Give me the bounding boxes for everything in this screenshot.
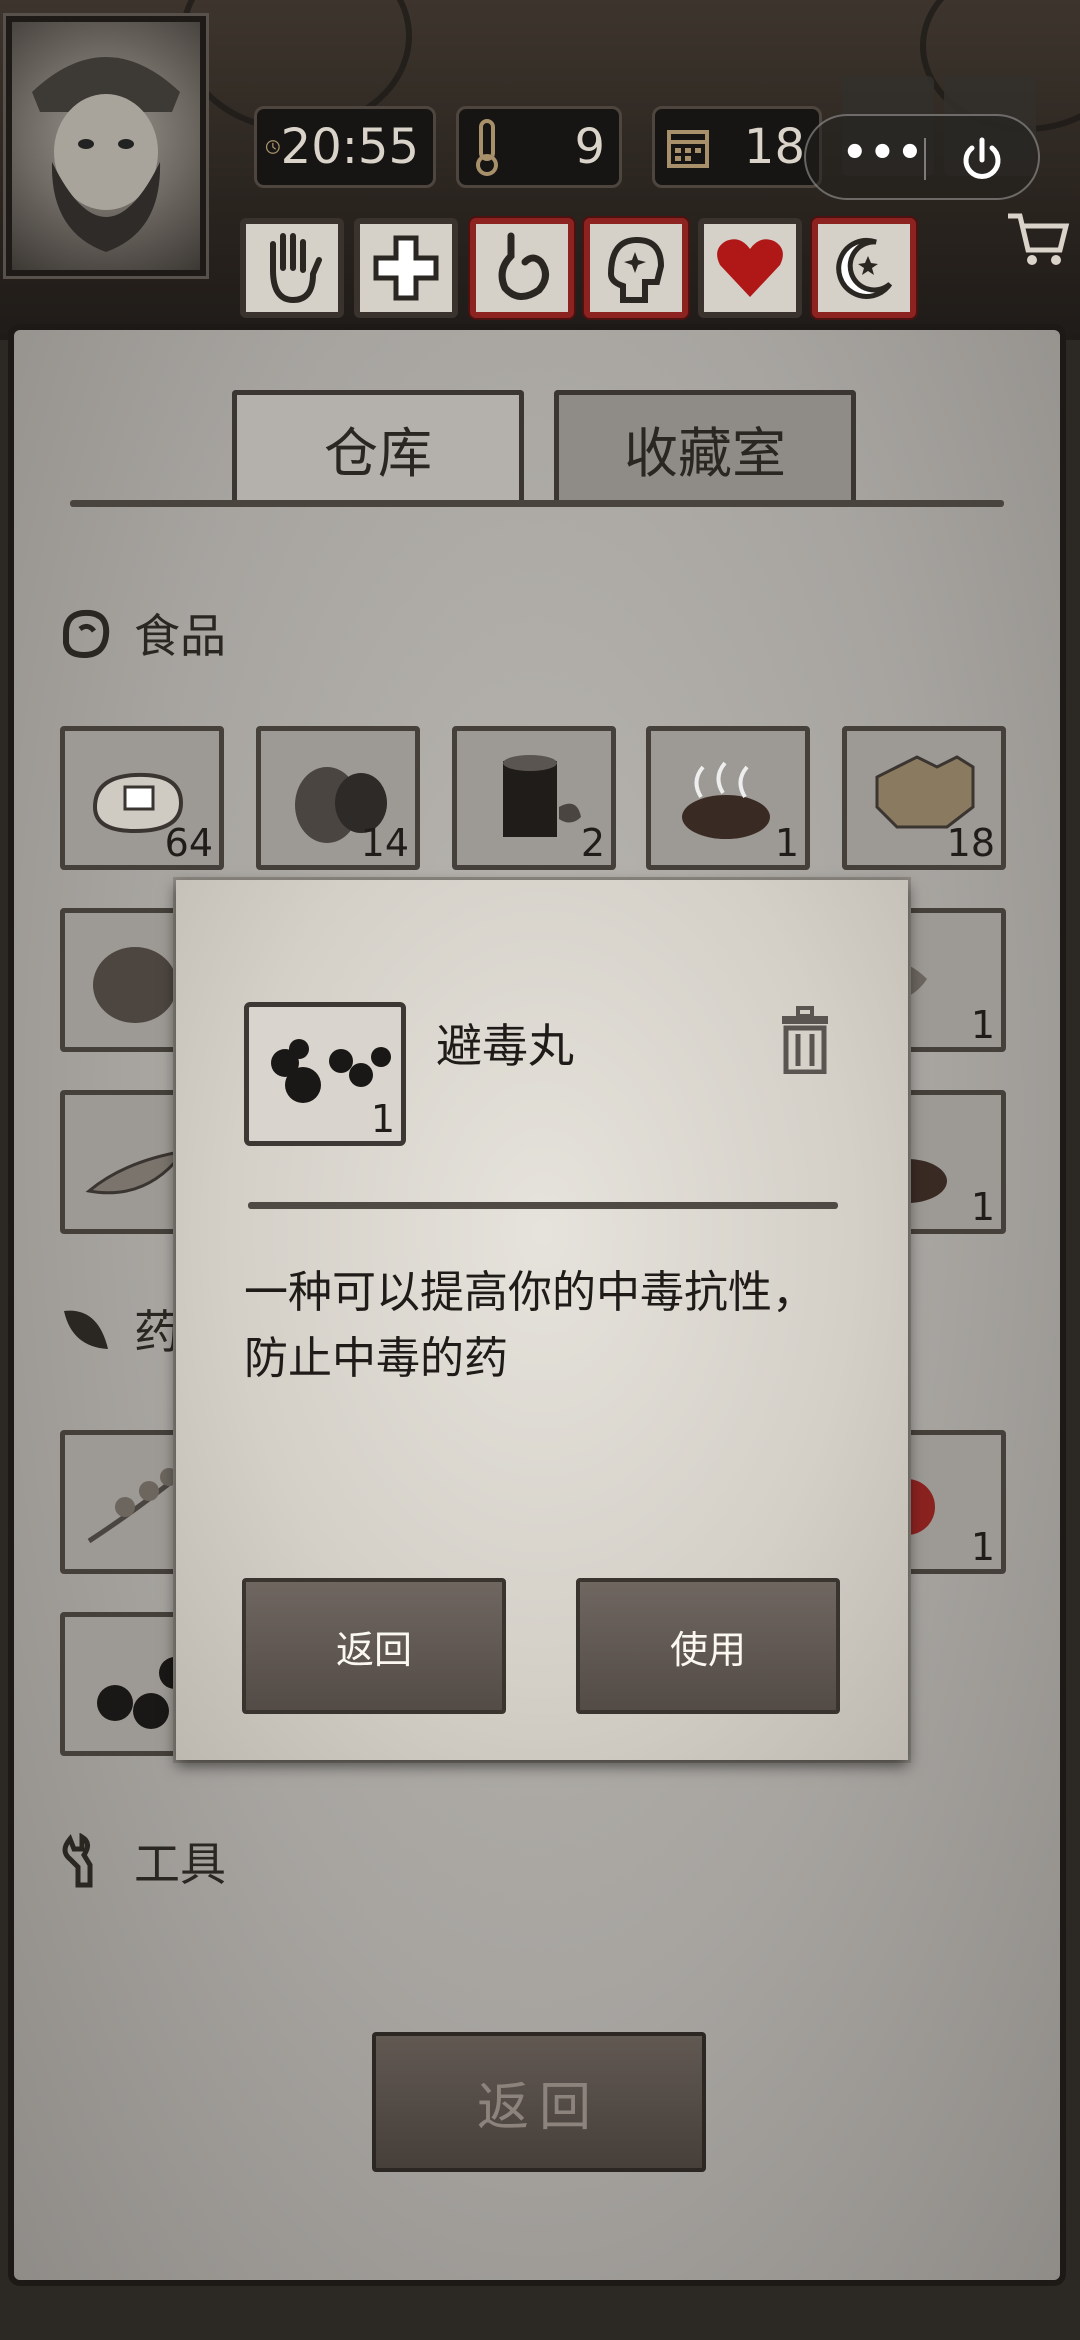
inventory-slot[interactable]: 1 <box>646 726 810 870</box>
back-button[interactable]: 返回 <box>372 2032 706 2172</box>
item-count: 1 <box>370 1097 395 1141</box>
slot-count: 1 <box>970 1003 995 1047</box>
section-tools-title: 工具 <box>134 1837 226 1891</box>
meat-icon <box>63 609 110 659</box>
slot-count: 1 <box>970 1185 995 1229</box>
item-description-line2: 防止中毒的药 <box>244 1333 508 1384</box>
trash-icon[interactable] <box>776 1004 834 1074</box>
bandaged-hand-icon <box>270 233 322 304</box>
leaf-icon <box>64 1310 108 1349</box>
character-portrait[interactable] <box>6 16 206 276</box>
item-name: 避毒丸 <box>436 1019 574 1073</box>
section-food: 食品 <box>58 600 226 666</box>
heart-icon <box>717 239 783 297</box>
tea-cup-icon <box>503 755 581 837</box>
section-tools: 工具 <box>58 1828 226 1894</box>
inventory-slot[interactable]: 2 <box>452 726 616 870</box>
clock-icon <box>265 140 280 154</box>
section-food-title: 食品 <box>134 609 226 663</box>
calendar-icon <box>667 130 709 168</box>
temperature-display: 9 <box>456 106 622 188</box>
tab-divider <box>70 500 1004 507</box>
inventory-slot[interactable]: 14 <box>256 726 420 870</box>
time-value: 20:55 <box>280 119 419 175</box>
inventory-slot[interactable]: 18 <box>842 726 1006 870</box>
dialog-use-button[interactable]: 使用 <box>576 1578 840 1714</box>
item-description-line1: 一种可以提高你的中毒抗性， <box>244 1267 816 1318</box>
item-detail-dialog: 1 避毒丸 一种可以提高你的中毒抗性， 防止中毒的药 返回 使用 <box>176 880 908 1760</box>
slot-count: 64 <box>164 821 213 865</box>
temperature-value: 9 <box>574 119 605 175</box>
stomach-icon <box>498 232 549 300</box>
dialog-back-button[interactable]: 返回 <box>242 1578 506 1714</box>
grilled-meat-icon <box>682 761 770 839</box>
shop-cart-icon[interactable] <box>1004 206 1070 272</box>
head-sparkle-icon <box>607 236 665 303</box>
wrench-icon <box>62 1833 93 1888</box>
slot-count: 14 <box>360 821 409 865</box>
section-medicine: 药 <box>58 1296 180 1362</box>
more-button[interactable]: ••• <box>842 130 925 176</box>
thermometer-icon <box>476 119 498 176</box>
heart-status-button[interactable] <box>698 218 802 318</box>
day-display: 18 <box>652 106 822 188</box>
section-medicine-title: 药 <box>134 1305 180 1359</box>
health-status-button[interactable] <box>354 218 458 318</box>
slot-count: 1 <box>774 821 799 865</box>
hunger-status-button[interactable] <box>470 218 574 318</box>
tab-collection-room[interactable]: 收藏室 <box>554 390 856 502</box>
slot-count: 18 <box>946 821 995 865</box>
slot-count: 2 <box>580 821 605 865</box>
miniprogram-capsule: ••• <box>804 114 1040 200</box>
medical-cross-icon <box>373 235 439 301</box>
day-value: 18 <box>743 119 805 175</box>
capsule-divider <box>924 138 926 180</box>
item-slot: 1 <box>244 1002 406 1146</box>
tab-warehouse[interactable]: 仓库 <box>232 390 524 502</box>
injury-status-button[interactable] <box>240 218 344 318</box>
item-description: 一种可以提高你的中毒抗性， 防止中毒的药 <box>244 1260 844 1392</box>
power-icon[interactable] <box>956 134 1008 186</box>
slot-count: 1 <box>970 1525 995 1569</box>
time-display: 20:55 <box>254 106 436 188</box>
mental-status-button[interactable] <box>584 218 688 318</box>
inventory-slot[interactable]: 64 <box>60 726 224 870</box>
dialog-divider <box>248 1202 838 1209</box>
moon-star-icon <box>836 237 893 299</box>
sleep-status-button[interactable] <box>812 218 916 318</box>
